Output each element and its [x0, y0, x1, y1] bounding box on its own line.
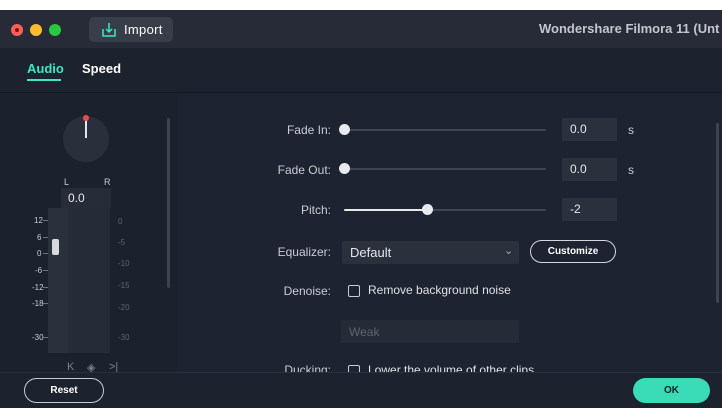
customize-label: Customize	[547, 246, 599, 257]
denoise-level-placeholder: Weak	[349, 325, 380, 339]
fade-in-slider-track[interactable]	[344, 129, 546, 131]
scale-tick	[43, 337, 48, 338]
db-scale-label: -5	[118, 238, 126, 247]
fade-out-slider-track[interactable]	[344, 168, 546, 170]
scale-tick	[43, 253, 48, 254]
scale-tick	[43, 303, 48, 304]
pan-knob-pointer	[85, 118, 87, 138]
db-scale-label: 6	[37, 233, 42, 242]
fade-out-slider-thumb[interactable]	[339, 163, 350, 174]
reset-button[interactable]: Reset	[24, 378, 104, 403]
active-tab-indicator	[27, 79, 61, 81]
left-panel-scrollbar[interactable]	[167, 118, 170, 288]
import-label: Import	[124, 22, 163, 37]
volume-meter-left	[48, 208, 68, 353]
import-button[interactable]: Import	[89, 17, 173, 42]
volume-meter-channel	[96, 208, 110, 353]
db-scale-label: 0	[118, 217, 123, 226]
fade-in-value: 0.0	[570, 122, 587, 136]
db-scale-label: -30	[118, 333, 130, 342]
volume-fader-handle[interactable]	[52, 239, 59, 255]
pitch-value: -2	[570, 202, 581, 216]
remove-noise-label[interactable]: Remove background noise	[368, 283, 511, 297]
audio-settings-window: Import Wondershare Filmora 11 (Unt Audio…	[0, 10, 722, 408]
close-window-button[interactable]	[11, 24, 23, 36]
minimize-window-button[interactable]	[30, 24, 42, 36]
fade-in-slider-thumb[interactable]	[339, 124, 350, 135]
import-icon	[102, 23, 116, 37]
footer: Reset OK	[0, 372, 722, 408]
denoise-label: Denoise:	[283, 284, 331, 298]
remove-noise-checkbox[interactable]	[348, 285, 360, 297]
chevron-down-icon: ⌄	[504, 245, 514, 257]
pitch-slider-fill	[344, 209, 427, 211]
equalizer-select[interactable]: Default ⌄	[342, 241, 519, 264]
fade-out-unit: s	[628, 163, 634, 177]
audio-settings-panel: Fade In: 0.0 s Fade Out: 0.0 s Pitch: -2…	[177, 93, 722, 377]
pan-value: 0.0	[68, 191, 85, 205]
pan-knob-indicator	[83, 115, 89, 121]
scale-tick	[43, 287, 48, 288]
db-scale-label: -15	[118, 281, 130, 290]
pitch-value-field[interactable]: -2	[562, 198, 617, 221]
denoise-level-select: Weak	[341, 320, 519, 343]
db-scale-label: -20	[118, 303, 130, 312]
db-scale-label: -18	[32, 299, 44, 308]
pitch-label: Pitch:	[300, 203, 331, 217]
pan-value-field[interactable]: 0.0	[61, 188, 111, 208]
pitch-slider-thumb[interactable]	[421, 204, 433, 215]
pan-meter-panel: L R 0.0 12 6 0 -6 -12 -18 -30 0 -5 -10 -…	[0, 93, 177, 374]
fade-in-label: Fade In:	[286, 123, 331, 137]
fade-out-value-field[interactable]: 0.0	[562, 158, 617, 181]
scale-tick	[43, 237, 48, 238]
equalizer-label: Equalizer:	[277, 245, 331, 259]
equalizer-selected: Default	[350, 245, 392, 260]
db-scale-label: -12	[32, 283, 44, 292]
fade-out-value: 0.0	[570, 162, 587, 176]
tab-speed[interactable]: Speed	[82, 61, 121, 76]
fade-in-value-field[interactable]: 0.0	[562, 118, 617, 141]
fade-out-label: Fade Out:	[277, 163, 331, 177]
db-scale-label: -30	[32, 333, 44, 342]
db-scale-label: 12	[34, 216, 43, 225]
maximize-window-button[interactable]	[49, 24, 61, 36]
customize-button[interactable]: Customize	[530, 240, 616, 263]
right-panel-scrollbar[interactable]	[716, 123, 719, 303]
ok-button[interactable]: OK	[633, 378, 710, 403]
pan-left-label: L	[64, 177, 70, 187]
pan-right-label: R	[104, 177, 111, 187]
scale-tick	[43, 220, 48, 221]
db-scale-label: 0	[37, 249, 42, 258]
ok-label: OK	[664, 385, 679, 396]
db-scale-label: -6	[35, 266, 43, 275]
fade-in-unit: s	[628, 123, 634, 137]
title-bar: Import Wondershare Filmora 11 (Unt	[0, 10, 722, 48]
db-scale-label: -10	[118, 259, 130, 268]
volume-meter-channel	[82, 208, 96, 353]
tab-bar: Audio Speed	[0, 48, 722, 93]
reset-label: Reset	[50, 385, 78, 396]
tab-audio[interactable]: Audio	[27, 61, 64, 76]
volume-meter-right	[68, 208, 82, 353]
scale-tick	[43, 270, 48, 271]
window-title: Wondershare Filmora 11 (Unt	[539, 21, 720, 36]
